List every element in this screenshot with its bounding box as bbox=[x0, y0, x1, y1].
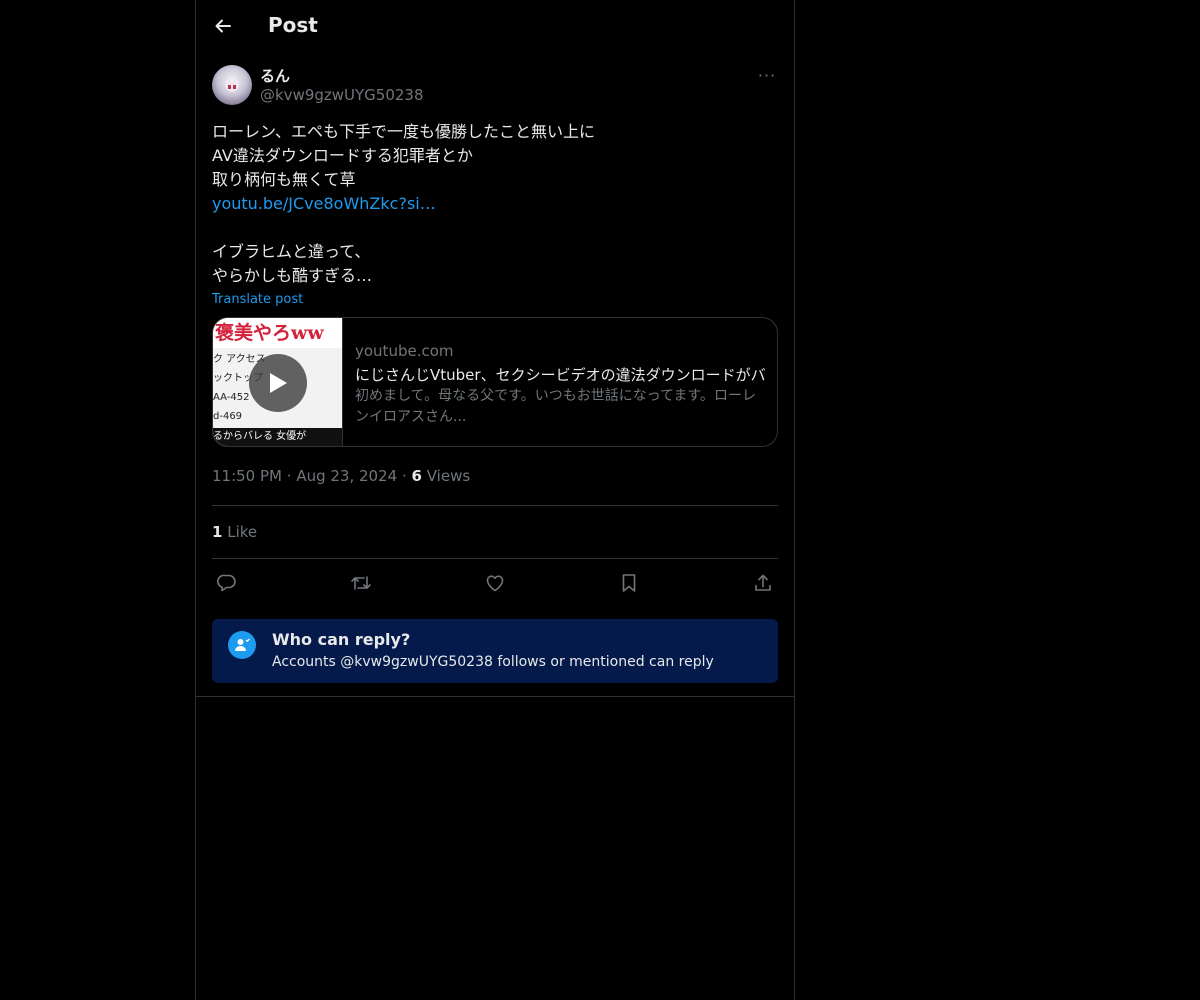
reply-restriction-subtitle: Accounts @kvw9gzwUYG50238 follows or men… bbox=[272, 654, 714, 670]
play-button[interactable] bbox=[249, 354, 307, 412]
post-time[interactable]: 11:50 PM bbox=[212, 467, 282, 485]
post-meta: 11:50 PM · Aug 23, 2024 · 6 Views bbox=[212, 467, 778, 491]
avatar[interactable] bbox=[212, 65, 252, 105]
likes-count: 1 bbox=[212, 523, 223, 541]
link-preview-card[interactable]: 褒美やろww ク アクセス ックトップ AA-452 d-469 るからバレる … bbox=[212, 317, 778, 447]
page-title: Post bbox=[268, 13, 318, 37]
post: るん @kvw9gzwUYG50238 ··· ローレン、エペも下手で一度も優勝… bbox=[212, 64, 778, 683]
post-text-line: イブラヒムと違って、 bbox=[212, 242, 371, 261]
post-body: ローレン、エペも下手で一度も優勝したこと無い上に AV違法ダウンロードする犯罪者… bbox=[212, 120, 778, 288]
thumbnail-footer: るからバレる 女優が bbox=[213, 428, 342, 446]
likes-row[interactable]: 1 Like bbox=[212, 506, 778, 558]
translate-post-link[interactable]: Translate post bbox=[212, 292, 303, 307]
arrow-left-icon bbox=[215, 19, 231, 33]
repost-button[interactable] bbox=[349, 571, 373, 595]
meta-separator: · bbox=[401, 467, 407, 485]
more-options-button[interactable]: ··· bbox=[756, 64, 778, 86]
post-blank-line bbox=[212, 216, 778, 240]
card-text: youtube.com にじさんじVtuber、セクシービデオの違法ダウンロード… bbox=[355, 342, 765, 428]
post-text-line: AV違法ダウンロードする犯罪者とか bbox=[212, 146, 473, 165]
reply-icon bbox=[217, 574, 236, 592]
card-description: 初めまして。母なる父です。いつもお世話になってます。ローレンイロアスさん... bbox=[355, 388, 756, 425]
post-text-line: やらかしも酷すぎる… bbox=[212, 266, 373, 285]
share-button[interactable] bbox=[751, 571, 775, 595]
play-icon bbox=[270, 373, 287, 393]
who-can-reply-box: Who can reply? Accounts @kvw9gzwUYG50238… bbox=[212, 619, 778, 683]
post-date[interactable]: Aug 23, 2024 bbox=[296, 467, 397, 485]
author-display-name[interactable]: るん bbox=[260, 65, 290, 86]
author-row: るん @kvw9gzwUYG50238 ··· bbox=[212, 64, 778, 108]
divider bbox=[196, 696, 794, 697]
post-link[interactable]: youtu.be/JCve8oWhZkc?si… bbox=[212, 192, 778, 216]
reply-restriction-icon bbox=[228, 631, 256, 659]
like-button[interactable] bbox=[483, 571, 507, 595]
reply-restriction-title: Who can reply? bbox=[272, 630, 411, 649]
thumbnail-banner-text: 褒美やろww bbox=[213, 318, 342, 348]
primary-column: Post るん @kvw9gzwUYG50238 ··· ローレン、エペも下手で… bbox=[195, 0, 795, 1000]
share-icon bbox=[755, 574, 771, 591]
more-icon: ··· bbox=[757, 65, 777, 85]
views-label: Views bbox=[426, 467, 471, 485]
repost-icon bbox=[351, 576, 371, 590]
card-domain: youtube.com bbox=[355, 342, 454, 360]
post-text-line: 取り柄何も無くて草 bbox=[212, 170, 356, 189]
page-header: Post bbox=[196, 0, 794, 53]
likes-label: Like bbox=[227, 523, 258, 541]
card-thumbnail: 褒美やろww ク アクセス ックトップ AA-452 d-469 るからバレる … bbox=[213, 318, 343, 446]
back-button[interactable] bbox=[208, 11, 238, 41]
bookmark-button[interactable] bbox=[617, 571, 641, 595]
bookmark-icon bbox=[622, 574, 636, 592]
author-handle[interactable]: @kvw9gzwUYG50238 bbox=[260, 86, 424, 104]
person-icon bbox=[235, 638, 250, 651]
meta-separator: · bbox=[286, 467, 292, 485]
views-count: 6 bbox=[411, 467, 422, 485]
post-text-line: ローレン、エペも下手で一度も優勝したこと無い上に bbox=[212, 122, 596, 141]
action-bar bbox=[212, 559, 778, 607]
card-title: にじさんじVtuber、セクシービデオの違法ダウンロードがバ bbox=[355, 366, 765, 384]
reply-button[interactable] bbox=[215, 571, 239, 595]
like-icon bbox=[486, 575, 504, 592]
